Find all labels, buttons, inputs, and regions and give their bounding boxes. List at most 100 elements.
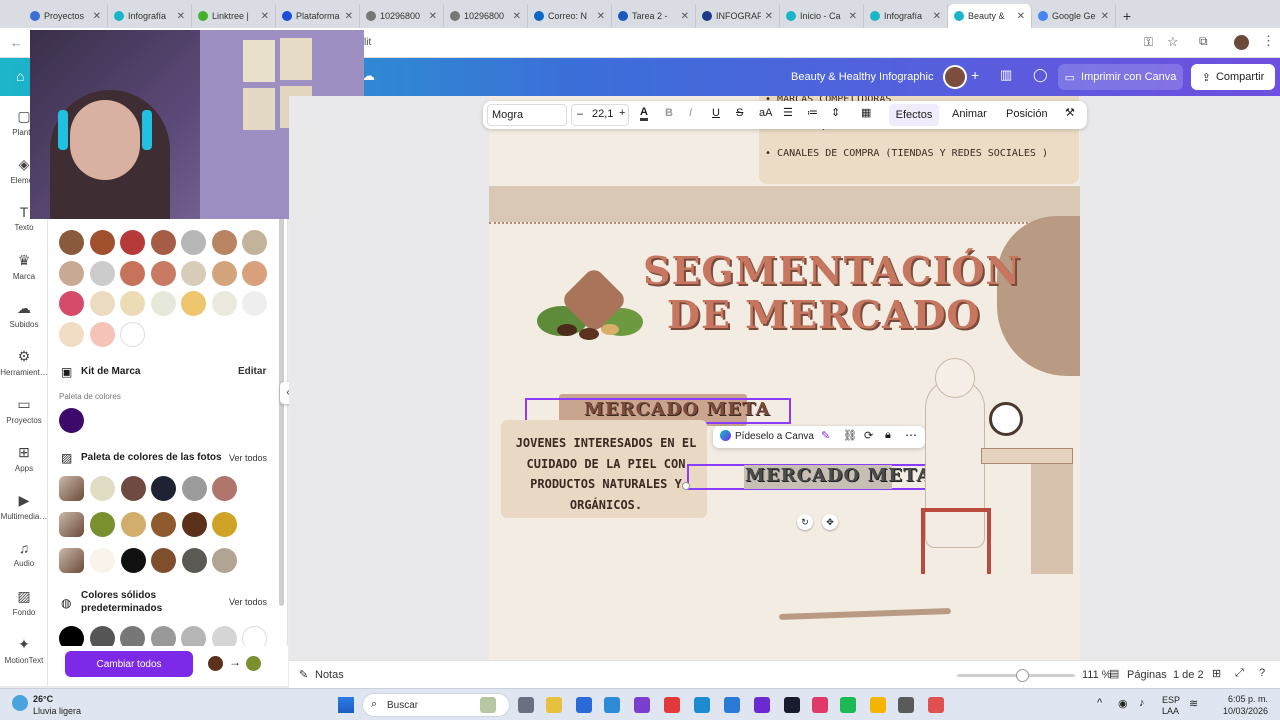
decrease-size-button[interactable]: – bbox=[577, 108, 583, 120]
color-swatch[interactable] bbox=[59, 321, 84, 347]
profile-avatar[interactable] bbox=[1234, 35, 1249, 50]
color-swatch[interactable] bbox=[59, 230, 84, 255]
color-swatch[interactable] bbox=[242, 230, 267, 255]
discord-icon[interactable] bbox=[754, 697, 770, 713]
photo-color-swatch[interactable] bbox=[90, 548, 115, 573]
list-icon[interactable]: ≔ bbox=[807, 106, 818, 119]
bold-icon[interactable]: B bbox=[665, 107, 673, 119]
color-swatch[interactable] bbox=[150, 230, 176, 255]
home-icon[interactable]: ⌂ bbox=[16, 68, 24, 84]
photo-color-swatch[interactable] bbox=[120, 512, 146, 537]
wifi-icon[interactable]: ≋ bbox=[1189, 697, 1198, 710]
color-swatch[interactable] bbox=[181, 260, 206, 286]
photo-color-swatch[interactable] bbox=[151, 512, 176, 537]
resize-handle[interactable] bbox=[682, 482, 690, 490]
browser-tab[interactable]: 10296800 ✕ bbox=[360, 4, 444, 28]
meta-label-text[interactable]: MERCADO META bbox=[584, 399, 770, 420]
spotify-icon[interactable] bbox=[840, 697, 856, 713]
photo-color-swatch[interactable] bbox=[120, 548, 146, 573]
color-swatch[interactable] bbox=[150, 260, 176, 286]
tray-chevron-icon[interactable]: ^ bbox=[1097, 697, 1102, 709]
tab-close-icon[interactable]: ✕ bbox=[597, 11, 605, 22]
tiktok-icon[interactable] bbox=[812, 697, 828, 713]
lang-primary[interactable]: ESP bbox=[1162, 695, 1180, 705]
underline-icon[interactable]: U bbox=[712, 107, 720, 119]
app-icon[interactable] bbox=[898, 697, 914, 713]
color-swatch[interactable] bbox=[120, 260, 145, 286]
photo-color-swatch[interactable] bbox=[212, 512, 237, 537]
tab-close-icon[interactable]: ✕ bbox=[933, 11, 941, 22]
notes-icon[interactable]: ✎ bbox=[299, 668, 308, 681]
fullscreen-icon[interactable]: ⤢ bbox=[1235, 667, 1244, 680]
insights-chart-icon[interactable]: ▥ bbox=[1000, 67, 1012, 83]
store-icon[interactable] bbox=[604, 697, 620, 713]
color-swatch[interactable] bbox=[242, 260, 267, 286]
rail-item[interactable]: ▭ Proyectos bbox=[0, 396, 48, 425]
effects-button[interactable]: Efectos bbox=[889, 104, 939, 126]
browser-tab[interactable]: Correo: N ✕ bbox=[528, 4, 612, 28]
mic-icon[interactable]: ♪ bbox=[1139, 697, 1145, 709]
brand-kit-edit-link[interactable]: Editar bbox=[238, 366, 266, 377]
browser-tab[interactable]: Tarea 2 - ✕ bbox=[612, 4, 696, 28]
font-size-value[interactable]: 22,1 bbox=[592, 108, 613, 120]
chrome-profile-icon[interactable] bbox=[870, 697, 886, 713]
color-swatch[interactable] bbox=[211, 291, 237, 316]
rail-item[interactable]: ▶ Multimedia… bbox=[0, 492, 48, 521]
add-collaborator-icon[interactable]: + bbox=[971, 67, 979, 83]
color-swatch[interactable] bbox=[181, 291, 206, 316]
new-tab-button[interactable]: + bbox=[1116, 4, 1138, 28]
share-button[interactable]: ⇪ Compartir bbox=[1191, 64, 1275, 90]
widget-icon[interactable] bbox=[480, 697, 496, 713]
font-dropdown[interactable]: Mogra bbox=[487, 104, 567, 126]
color-swatch[interactable] bbox=[150, 291, 176, 316]
spacing-icon[interactable]: ⇕ bbox=[831, 106, 840, 119]
tab-close-icon[interactable]: ✕ bbox=[429, 11, 437, 22]
color-swatch[interactable] bbox=[211, 260, 237, 286]
magic-edit-icon[interactable]: ✎ bbox=[821, 429, 830, 442]
color-swatch[interactable] bbox=[89, 230, 115, 255]
color-swatch[interactable] bbox=[59, 260, 84, 286]
help-icon[interactable]: ? bbox=[1259, 667, 1265, 679]
photo-thumbnail[interactable] bbox=[59, 476, 84, 501]
photo-color-swatch[interactable] bbox=[120, 476, 146, 501]
lock-icon[interactable]: 🔒︎ bbox=[885, 429, 891, 442]
photo-color-swatch[interactable] bbox=[212, 476, 237, 501]
comment-icon[interactable]: ◯ bbox=[1033, 67, 1048, 83]
photo-color-swatch[interactable] bbox=[181, 512, 207, 537]
network-icon[interactable]: ◉ bbox=[1118, 697, 1128, 710]
document-title[interactable]: Beauty & Healthy Infographic bbox=[791, 71, 933, 83]
rail-item[interactable]: ✦ MotionText bbox=[0, 636, 48, 665]
app-icon[interactable] bbox=[928, 697, 944, 713]
bookmark-star-icon[interactable]: ☆ bbox=[1167, 34, 1179, 50]
panel-scrollbar[interactable] bbox=[279, 216, 284, 606]
position-button[interactable]: Posición bbox=[1006, 108, 1048, 120]
back-icon[interactable]: ← bbox=[10, 35, 23, 50]
photo-color-swatch[interactable] bbox=[151, 548, 176, 573]
move-handle[interactable]: ✥ bbox=[822, 514, 838, 530]
text-color-icon[interactable]: A bbox=[640, 106, 648, 121]
more-options-icon[interactable]: ⋯ bbox=[905, 428, 917, 442]
browser-tab[interactable]: INFOGRAF ✕ bbox=[696, 4, 780, 28]
link-icon[interactable]: ⛓ bbox=[843, 429, 857, 442]
color-swatch[interactable] bbox=[59, 291, 84, 316]
copy-style-icon[interactable]: ⚒ bbox=[1065, 106, 1075, 119]
solid-colors-see-all-link[interactable]: Ver todos bbox=[229, 597, 267, 607]
color-swatch[interactable] bbox=[89, 321, 115, 347]
meta-copy-text[interactable]: MERCADO META bbox=[745, 465, 931, 486]
photo-color-swatch[interactable] bbox=[90, 476, 115, 501]
photo-color-swatch[interactable] bbox=[151, 476, 176, 501]
brand-palette-swatch[interactable] bbox=[59, 408, 84, 433]
browser-menu-icon[interactable]: ⋮ bbox=[1262, 33, 1275, 49]
ask-canva-button[interactable]: Pídeselo a Canva bbox=[735, 431, 814, 442]
clock-date[interactable]: 10/03/2026 bbox=[1206, 706, 1268, 716]
photo-color-swatch[interactable] bbox=[90, 512, 115, 537]
photo-color-swatch[interactable] bbox=[181, 476, 207, 501]
rail-item[interactable]: ♫ Audio bbox=[0, 540, 48, 568]
color-swatch[interactable] bbox=[181, 230, 206, 255]
password-key-icon[interactable]: ⚿ bbox=[1144, 35, 1153, 50]
browser-tab[interactable]: Infografía ✕ bbox=[864, 4, 948, 28]
transparency-icon[interactable]: ▦ bbox=[861, 106, 871, 119]
task-view-icon[interactable] bbox=[518, 697, 534, 713]
color-swatch[interactable] bbox=[89, 291, 115, 316]
align-center-icon[interactable]: ☰ bbox=[783, 106, 793, 119]
